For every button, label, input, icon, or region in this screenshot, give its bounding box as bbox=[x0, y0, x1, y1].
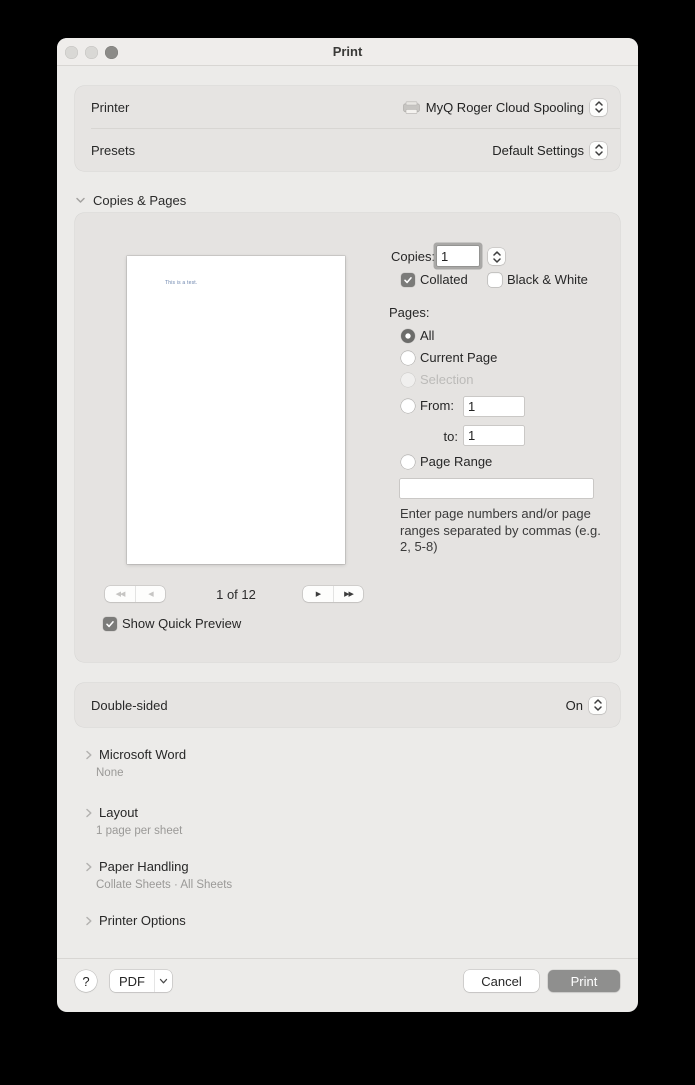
pdf-menu-button[interactable]: PDF bbox=[110, 970, 172, 992]
next-page-button[interactable]: ▶ bbox=[303, 586, 333, 602]
preview-forward-buttons: ▶ ▶▶ bbox=[303, 586, 363, 602]
copies-pages-panel: This is a test. ◀◀ ◀ 1 of 12 ▶ ▶▶ Show Q… bbox=[75, 213, 620, 662]
cancel-button[interactable]: Cancel bbox=[464, 970, 539, 992]
section-detail: Collate Sheets · All Sheets bbox=[96, 879, 233, 891]
preview-page-text: This is a test. bbox=[165, 280, 198, 286]
section-title: Microsoft Word bbox=[99, 747, 187, 762]
double-sided-value: On bbox=[565, 697, 583, 713]
radio-unselected-icon bbox=[401, 350, 415, 365]
printer-presets-card: Printer MyQ Roger Cloud Spooling Presets… bbox=[75, 86, 620, 171]
checkbox-unchecked-icon bbox=[488, 272, 502, 287]
pages-from-radio[interactable]: From: bbox=[401, 398, 454, 413]
chevron-right-icon bbox=[85, 749, 93, 761]
to-page-input[interactable] bbox=[464, 426, 524, 445]
preview-page: This is a test. bbox=[127, 256, 345, 564]
copies-pages-header-label: Copies & Pages bbox=[93, 193, 187, 208]
section-title: Printer Options bbox=[99, 913, 186, 928]
cancel-label: Cancel bbox=[481, 973, 522, 989]
section-detail: None bbox=[96, 767, 124, 779]
pages-range-radio[interactable]: Page Range bbox=[401, 454, 492, 469]
window-title: Print bbox=[332, 44, 363, 59]
pages-label: Pages: bbox=[389, 305, 430, 320]
show-quick-preview-label: Show Quick Preview bbox=[122, 616, 242, 631]
pages-all-radio[interactable]: All bbox=[401, 328, 434, 343]
presets-value: Default Settings bbox=[492, 142, 584, 158]
chevron-right-icon bbox=[85, 861, 93, 873]
printer-row: Printer MyQ Roger Cloud Spooling bbox=[75, 86, 620, 128]
section-microsoft-word[interactable]: Microsoft Word None bbox=[85, 747, 186, 779]
section-title: Paper Handling bbox=[99, 859, 189, 874]
pages-selection-label: Selection bbox=[420, 372, 474, 387]
radio-selected-icon bbox=[401, 328, 415, 343]
next-page-icon: ▶ bbox=[315, 590, 321, 598]
copies-stepper[interactable] bbox=[488, 248, 505, 265]
checkbox-checked-icon bbox=[103, 616, 117, 631]
page-range-input[interactable] bbox=[400, 479, 593, 498]
presets-select[interactable] bbox=[590, 141, 607, 159]
footer-divider bbox=[57, 958, 638, 959]
double-sided-row: Double-sided On bbox=[75, 683, 620, 727]
presets-label: Presets bbox=[91, 142, 136, 158]
last-page-button[interactable]: ▶▶ bbox=[333, 586, 363, 602]
page-range-help-text: Enter page numbers and/or page ranges se… bbox=[400, 506, 601, 554]
pages-to-label: to: bbox=[443, 429, 458, 444]
first-page-icon: ◀◀ bbox=[115, 590, 126, 598]
presets-row: Presets Default Settings bbox=[75, 129, 620, 171]
black-white-checkbox[interactable]: Black & White bbox=[488, 272, 588, 287]
section-layout[interactable]: Layout 1 page per sheet bbox=[85, 805, 182, 837]
radio-unselected-icon bbox=[401, 398, 415, 413]
pages-current-radio[interactable]: Current Page bbox=[401, 350, 497, 365]
pdf-label: PDF bbox=[119, 973, 145, 989]
copies-label: Copies: bbox=[391, 249, 436, 264]
chevron-right-icon bbox=[85, 807, 93, 819]
section-detail: 1 page per sheet bbox=[96, 825, 183, 837]
print-label: Print bbox=[570, 973, 598, 989]
section-printer-options[interactable]: Printer Options bbox=[85, 913, 186, 928]
collated-checkbox[interactable]: Collated bbox=[401, 272, 468, 287]
radio-disabled-icon bbox=[401, 372, 415, 387]
radio-unselected-icon bbox=[401, 454, 415, 469]
chevron-right-icon bbox=[85, 915, 93, 927]
printer-icon bbox=[402, 101, 420, 114]
print-dialog: Print Printer MyQ Roger Cloud Spooling P… bbox=[57, 38, 638, 1012]
printer-label: Printer bbox=[91, 99, 130, 115]
help-button[interactable]: ? bbox=[75, 970, 97, 992]
screen: Print Printer MyQ Roger Cloud Spooling P… bbox=[0, 0, 695, 1085]
chevron-down-icon[interactable] bbox=[154, 970, 172, 992]
checkbox-checked-icon bbox=[401, 272, 415, 287]
printer-select[interactable] bbox=[590, 98, 607, 116]
last-page-icon: ▶▶ bbox=[344, 590, 354, 598]
chevron-down-icon bbox=[75, 196, 86, 205]
section-title: Layout bbox=[99, 805, 139, 820]
double-sided-label: Double-sided bbox=[91, 697, 168, 713]
pages-current-label: Current Page bbox=[420, 350, 498, 365]
black-white-label: Black & White bbox=[507, 272, 588, 287]
pages-range-label: Page Range bbox=[420, 454, 493, 469]
collated-label: Collated bbox=[420, 272, 468, 287]
section-paper-handling[interactable]: Paper Handling Collate Sheets · All Shee… bbox=[85, 859, 232, 891]
from-page-input[interactable] bbox=[464, 397, 524, 416]
pages-selection-radio: Selection bbox=[401, 372, 473, 387]
double-sided-select[interactable] bbox=[589, 696, 606, 714]
titlebar: Print bbox=[57, 38, 638, 66]
help-icon: ? bbox=[82, 973, 90, 989]
print-button[interactable]: Print bbox=[548, 970, 620, 992]
printer-value: MyQ Roger Cloud Spooling bbox=[425, 99, 584, 115]
show-quick-preview-checkbox[interactable]: Show Quick Preview bbox=[103, 616, 241, 631]
copies-input[interactable] bbox=[437, 246, 479, 266]
pages-all-label: All bbox=[420, 328, 435, 343]
pages-from-label: From: bbox=[420, 398, 454, 413]
copies-pages-header[interactable]: Copies & Pages bbox=[75, 193, 186, 208]
